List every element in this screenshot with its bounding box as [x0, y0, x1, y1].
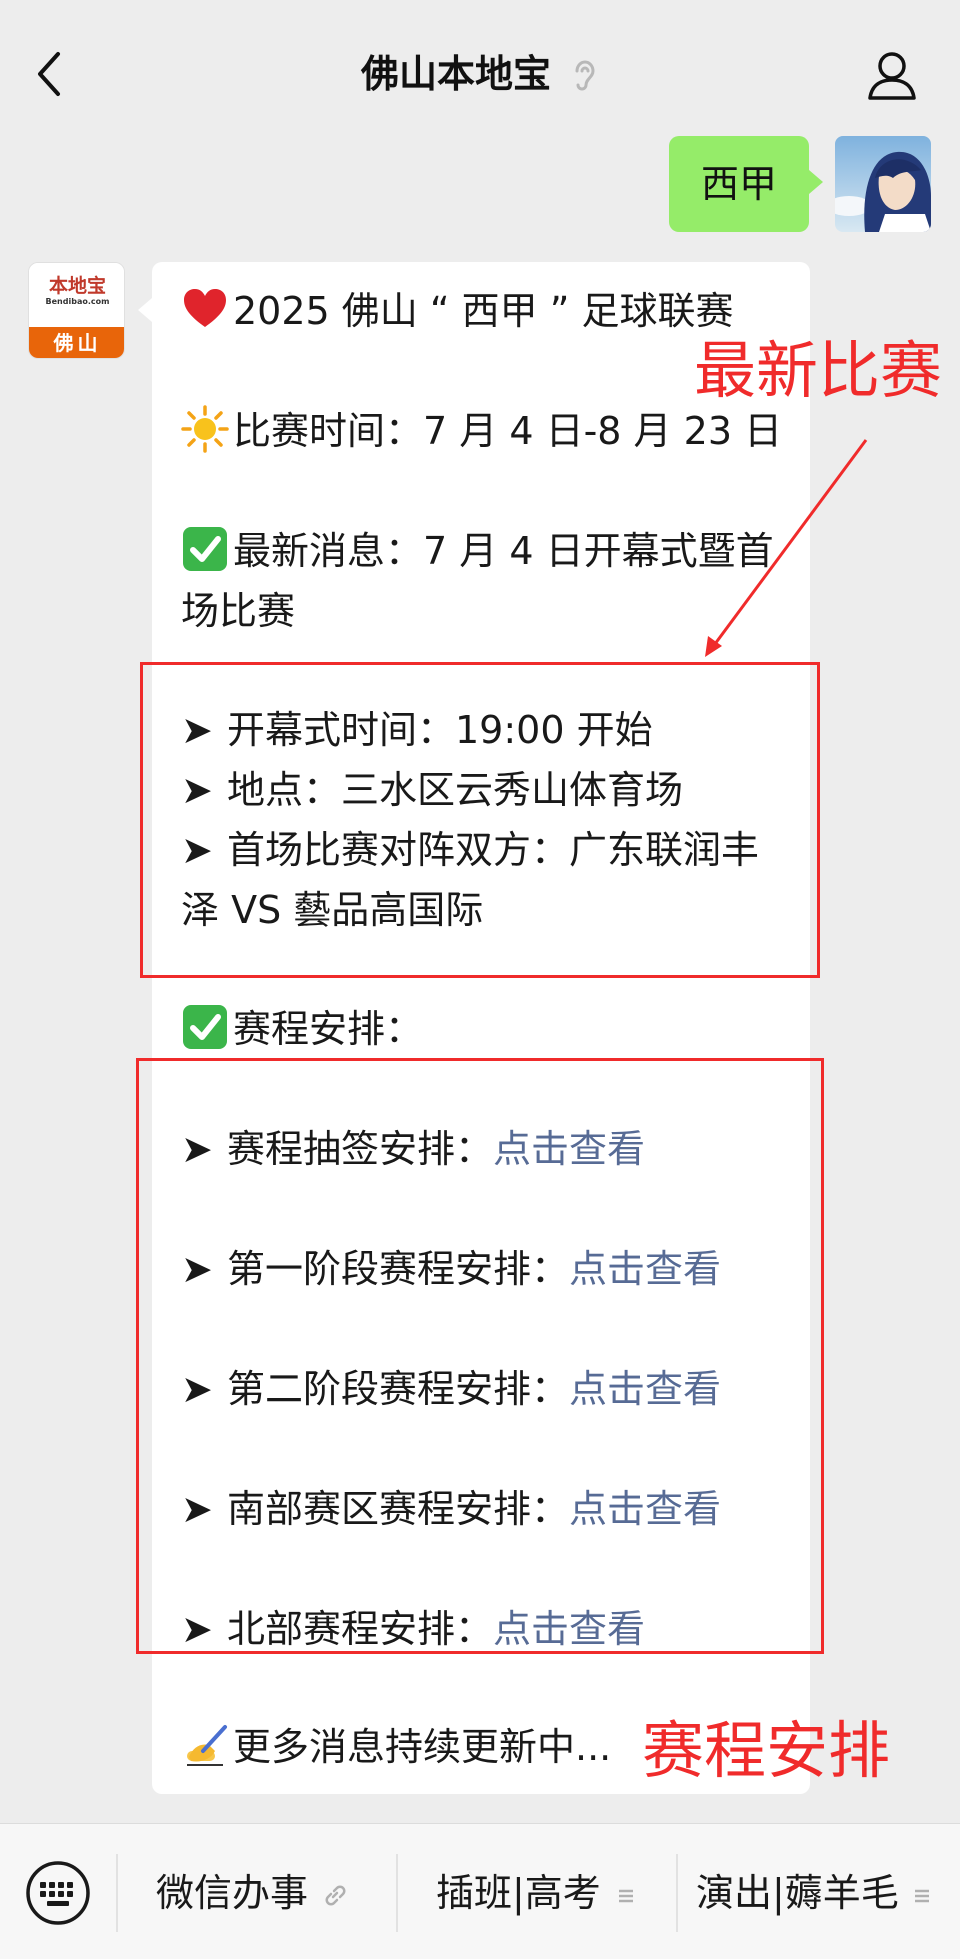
menu-divider	[676, 1854, 678, 1932]
schedule-heading: 赛程安排：	[233, 1007, 424, 1051]
logo-subtext: Bendibao.com	[45, 297, 110, 306]
latest-news-line-2: 场比赛	[181, 581, 295, 641]
latest-news-text: 最新消息：7 月 4 日开幕式暨首	[233, 529, 774, 573]
menu-item-transfer-exam[interactable]: 插班|高考	[436, 1854, 635, 1932]
more-news: 更多消息持续更新中...	[233, 1725, 612, 1769]
bot-avatar[interactable]: 本地宝 Bendibao.com 佛山	[28, 262, 125, 359]
annotation-box-latest	[140, 662, 820, 978]
more-news-line: 更多消息持续更新中...	[181, 1717, 611, 1777]
annotation-schedule-label: 赛程安排	[642, 1714, 891, 1787]
menu-divider	[116, 1854, 118, 1932]
writing-hand-icon	[187, 1725, 227, 1766]
user-message-text: 西甲	[700, 162, 777, 206]
sun-icon	[181, 405, 229, 453]
latest-news-line-1: 最新消息：7 月 4 日开幕式暨首	[181, 521, 774, 581]
menu-item-label: 插班|高考	[436, 1871, 601, 1915]
menu-item-wechat-services[interactable]: 微信办事	[156, 1854, 348, 1932]
menu-item-shows-deals[interactable]: 演出|薅羊毛	[696, 1854, 931, 1932]
match-time-line: 比赛时间：7 月 4 日-8 月 23 日	[181, 401, 782, 461]
menu-divider	[396, 1854, 398, 1932]
bendibao-logo: 本地宝 Bendibao.com	[29, 263, 124, 327]
check-mark-icon	[183, 1005, 227, 1049]
submenu-icon	[618, 1889, 633, 1903]
message-title-line: 2025 佛山 “ 西甲 ” 足球联赛	[181, 281, 733, 341]
bottom-menu-bar: 微信办事 插班|高考 演出|薅羊毛	[0, 1823, 960, 1959]
annotation-box-schedule	[136, 1058, 824, 1654]
logo-city: 佛山	[29, 327, 124, 358]
logo-text: 本地宝	[48, 275, 106, 297]
chat-title: 佛山本地宝	[0, 46, 960, 102]
annotation-latest-label: 最新比赛	[694, 334, 943, 407]
chat-title-text: 佛山本地宝	[360, 52, 551, 96]
link-icon	[325, 1885, 346, 1906]
heart-icon	[184, 289, 226, 327]
user-message-bubble: 西甲	[669, 136, 823, 232]
menu-item-label: 微信办事	[156, 1871, 309, 1915]
user-avatar-image	[835, 136, 931, 232]
match-time: 比赛时间：7 月 4 日-8 月 23 日	[233, 409, 783, 453]
check-mark-icon	[183, 527, 227, 571]
menu-item-label: 演出|薅羊毛	[696, 1871, 899, 1915]
latest-news-text-cont: 场比赛	[181, 589, 296, 633]
submenu-icon	[914, 1889, 929, 1903]
keyboard-icon[interactable]	[25, 1860, 91, 1926]
schedule-heading-line: 赛程安排：	[181, 999, 423, 1059]
user-avatar[interactable]	[835, 136, 931, 232]
message-title: 2025 佛山 “ 西甲 ” 足球联赛	[233, 289, 734, 333]
profile-icon[interactable]	[866, 48, 918, 102]
top-bar: 佛山本地宝	[0, 0, 960, 132]
ear-mode-icon	[575, 60, 595, 91]
